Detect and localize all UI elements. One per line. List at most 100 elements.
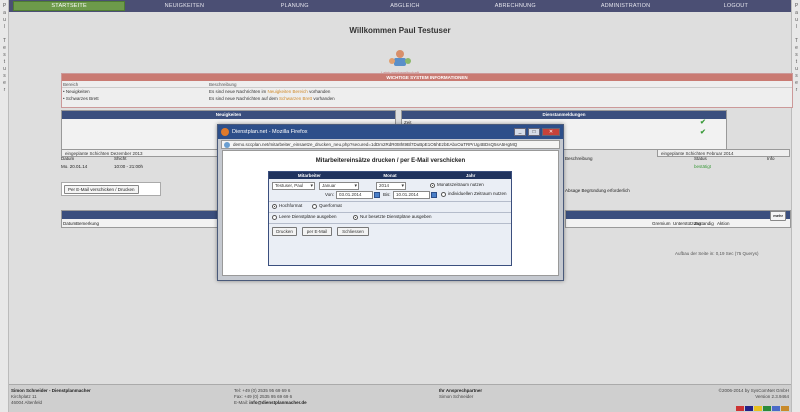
side-letter: u <box>795 66 798 72</box>
window-title: Dienstplan.net - Mozilla Firefox <box>232 129 308 135</box>
side-letter: l <box>795 24 798 30</box>
footer-contact: Tel: +49 (0) 2535 95 69 69 6 Fax: +49 (0… <box>234 388 307 406</box>
bottom-table-header: mehr <box>566 211 790 221</box>
description-text: vorhanden <box>312 96 335 101</box>
nav-item-neuigkeiten[interactable]: NEUIGKEITEN <box>129 3 239 9</box>
print-dialog-window: Dienstplan.net - Mozilla Firefox _ □ ✕ d… <box>217 124 564 281</box>
footer: Simon Schneider - Dienstplanmacher Kirch… <box>9 384 791 412</box>
service-panel-title: Dienstanmeldungen <box>402 111 726 119</box>
footer-copyright: ©2006-2014 by SysComNet GmbH Version 2.3… <box>719 388 789 400</box>
table-col: Zustandig <box>694 221 714 226</box>
shifts-left-header: eingeplante Schichten Dezember 2013 <box>61 149 221 157</box>
side-letter: e <box>3 80 6 86</box>
landscape-radio[interactable] <box>312 204 317 209</box>
table-col: Gremium <box>652 221 671 226</box>
side-letter: r <box>795 87 798 93</box>
email-print-button[interactable]: Per E-Mail verschicken / Drucken <box>64 185 139 194</box>
nav-item-planung[interactable]: PLANUNG <box>240 3 350 9</box>
url-bar[interactable]: demo.sccplan.net/mitarbeiter_einsaetze_d… <box>221 140 560 149</box>
version-text: Version 2.3.9464 <box>755 394 789 399</box>
top-navigation: STARTSEITE NEUIGKEITEN PLANUNG ABGLEICH ABRE… <box>9 0 791 12</box>
side-letter: t <box>3 59 6 65</box>
footer-email-label: E-Mail: <box>234 400 250 405</box>
empty-plans-radio[interactable] <box>272 215 277 220</box>
email-print-area: Per E-Mail verschicken / Drucken <box>61 182 161 196</box>
period-individual-radio[interactable] <box>441 192 446 197</box>
from-date-input[interactable]: 03.01.2014 <box>336 191 373 199</box>
system-info-header: Bereich Beschreibung <box>62 81 792 88</box>
shift-time: 10:00 - 21:00h <box>114 164 144 169</box>
calendar-icon[interactable] <box>374 192 380 198</box>
footer-contact-title: Ihr Ansprechpartner <box>439 388 483 393</box>
more-button[interactable]: mehr <box>770 211 786 221</box>
filled-plans-radio[interactable] <box>353 215 358 220</box>
footer-street: Kirchplatz 11 <box>11 394 37 399</box>
print-button[interactable]: Drucken <box>272 227 297 236</box>
col-date: Datum <box>61 156 75 161</box>
table-col-date: Datum <box>63 221 77 226</box>
reason-label: Absage Begründung erforderlich <box>565 188 630 193</box>
nav-item-abgleich[interactable]: ABGLEICH <box>350 3 460 9</box>
nav-item-startseite[interactable]: STARTSEITE <box>13 1 126 11</box>
filled-plans-label: Nur besetzte Dienstpläne ausgeben <box>360 214 432 219</box>
year-select[interactable]: 2014 <box>376 182 406 190</box>
portrait-label: Hochformat <box>279 203 303 208</box>
calendar-icon[interactable] <box>431 192 437 198</box>
bottom-table-right: mehr Gremium Unterstützung Zustandig Akt… <box>565 210 791 228</box>
side-letter: e <box>3 45 6 51</box>
close-button[interactable]: Schliessen <box>337 227 369 236</box>
col-month: Monat <box>383 173 397 178</box>
col-shift: Shicht <box>114 156 127 161</box>
maximize-icon[interactable]: □ <box>528 128 540 136</box>
employee-select[interactable]: Testuser, Paul <box>272 182 315 190</box>
check-icon: ✔ <box>700 129 706 136</box>
globe-icon <box>224 142 230 148</box>
side-letter: u <box>3 17 6 23</box>
side-letter: l <box>3 24 6 30</box>
nav-item-administration[interactable]: ADMINISTRATION <box>570 3 680 9</box>
flag-icon[interactable] <box>745 406 753 411</box>
to-label: Bis: <box>383 192 391 197</box>
side-letter: r <box>3 87 6 93</box>
right-side-strip: PaulTestuser <box>791 0 800 412</box>
month-select[interactable]: Januar <box>319 182 359 190</box>
description-text: Es sind neue Nachrichten auf dem <box>209 96 280 101</box>
board-link[interactable]: Schwarzen Brett <box>279 96 312 101</box>
period-month-radio[interactable] <box>430 183 435 188</box>
flag-icon[interactable] <box>772 406 780 411</box>
load-time: Aufbau der Seite in: 0,19 Sec (75 Querys… <box>675 251 759 256</box>
email-button[interactable]: per E-Mail <box>302 227 332 236</box>
side-letter: a <box>795 10 798 16</box>
flag-icon[interactable] <box>781 406 789 411</box>
check-icon: ✔ <box>700 119 706 126</box>
minimize-icon[interactable]: _ <box>514 128 526 136</box>
description-text: Es sind neue Nachrichten im <box>209 89 268 94</box>
side-letter: e <box>795 80 798 86</box>
left-side-strip: PaulTestuser <box>0 0 9 412</box>
footer-person: Ihr Ansprechpartner Simon Schneider <box>439 388 482 400</box>
window-controls: _ □ ✕ <box>514 128 560 136</box>
nav-item-logout[interactable]: LOGOUT <box>681 3 791 9</box>
description: Es sind neue Nachrichten auf dem Schwarz… <box>209 95 792 102</box>
status-value: bestätigt <box>694 164 712 169</box>
footer-fax: Fax: +49 (0) 2535 95 69 69 6 <box>234 394 293 399</box>
side-letter: s <box>3 52 6 58</box>
nav-item-abrechnung[interactable]: ABRECHNUNG <box>460 3 570 9</box>
copyright-text: ©2006-2014 by SysComNet GmbH <box>718 388 789 393</box>
side-letter: t <box>795 59 798 65</box>
flag-icon[interactable] <box>763 406 771 411</box>
window-titlebar: Dienstplan.net - Mozilla Firefox _ □ ✕ <box>218 125 563 139</box>
side-letter: u <box>795 17 798 23</box>
col-employee: Mitarbeiter <box>297 173 321 178</box>
portrait-radio[interactable] <box>272 204 277 209</box>
url-text: demo.sccplan.net/mitarbeiter_einsaetze_d… <box>233 142 518 147</box>
to-date-input[interactable]: 10.01.2014 <box>393 191 430 199</box>
news-link[interactable]: Neuigkeiten Bereich <box>268 89 308 94</box>
shift-date: Mo. 20.01.14 <box>61 164 88 169</box>
flag-icon[interactable] <box>736 406 744 411</box>
side-letter: u <box>3 66 6 72</box>
system-info-row: • Schwarzes Brett Es sind neue Nachricht… <box>62 95 792 102</box>
close-icon[interactable]: ✕ <box>542 128 560 136</box>
flag-icon[interactable] <box>754 406 762 411</box>
footer-email-link[interactable]: info@dienstplanmacher.de <box>249 400 306 405</box>
